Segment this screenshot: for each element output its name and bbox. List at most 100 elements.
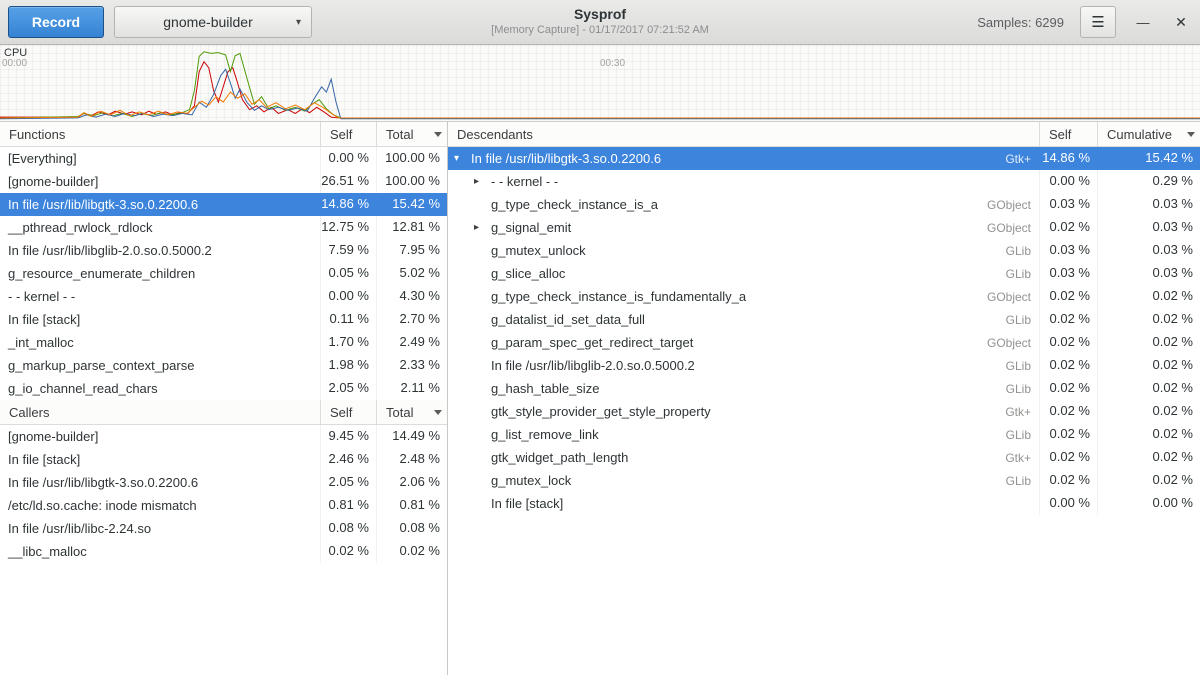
- self-percent: 0.08 %: [321, 517, 377, 540]
- self-percent: 12.75 %: [321, 216, 377, 239]
- cumulative-percent: 0.00 %: [1098, 492, 1200, 515]
- descendant-name: g_datalist_id_set_data_full: [491, 309, 645, 331]
- functions-row[interactable]: [gnome-builder]26.51 %100.00 %: [0, 170, 447, 193]
- descendants-row[interactable]: g_datalist_id_set_data_fullGLib0.02 %0.0…: [448, 308, 1200, 331]
- descendants-row[interactable]: g_mutex_unlockGLib0.03 %0.03 %: [448, 239, 1200, 262]
- descendant-name-cell: g_hash_table_sizeGLib: [448, 377, 1040, 400]
- expander-collapsed-icon[interactable]: ▸: [474, 170, 491, 193]
- total-percent: 2.06 %: [377, 471, 447, 494]
- total-percent: 0.81 %: [377, 494, 447, 517]
- function-name: __pthread_rwlock_rdlock: [0, 216, 321, 239]
- window-title-group: Sysprof [Memory Capture] - 01/17/2017 07…: [491, 6, 709, 37]
- functions-row[interactable]: In file /usr/lib/libgtk-3.so.0.2200.614.…: [0, 193, 447, 216]
- callers-self-column-header[interactable]: Self: [321, 400, 377, 424]
- self-percent: 7.59 %: [321, 239, 377, 262]
- descendants-row[interactable]: g_param_spec_get_redirect_targetGObject 0…: [448, 331, 1200, 354]
- descendants-row[interactable]: g_type_check_instance_is_fundamentally_a…: [448, 285, 1200, 308]
- descendants-row[interactable]: ▾In file /usr/lib/libgtk-3.so.0.2200.6Gt…: [448, 147, 1200, 170]
- callers-row[interactable]: [gnome-builder]9.45 %14.49 %: [0, 425, 447, 448]
- callers-row[interactable]: __libc_malloc0.02 %0.02 %: [0, 540, 447, 563]
- callers-row[interactable]: In file [stack]2.46 %2.48 %: [0, 448, 447, 471]
- self-percent: 0.02 %: [1040, 285, 1098, 308]
- functions-row[interactable]: g_markup_parse_context_parse1.98 %2.33 %: [0, 354, 447, 377]
- descendants-row[interactable]: ▸g_signal_emitGObject0.02 %0.03 %: [448, 216, 1200, 239]
- functions-total-column-header[interactable]: Total: [377, 122, 447, 146]
- descendants-row[interactable]: g_list_remove_linkGLib0.02 %0.02 %: [448, 423, 1200, 446]
- functions-row[interactable]: In file /usr/lib/libglib-2.0.so.0.5000.2…: [0, 239, 447, 262]
- descendant-name-cell: g_list_remove_linkGLib: [448, 423, 1040, 446]
- cumulative-percent: 0.02 %: [1098, 423, 1200, 446]
- cumulative-percent: 0.02 %: [1098, 331, 1200, 354]
- function-name: [Everything]: [0, 147, 321, 170]
- descendant-name-cell: g_param_spec_get_redirect_targetGObject: [448, 331, 1040, 354]
- functions-row[interactable]: _int_malloc1.70 %2.49 %: [0, 331, 447, 354]
- descendant-name-cell: ▸g_signal_emitGObject: [448, 216, 1040, 239]
- callers-row[interactable]: /etc/ld.so.cache: inode mismatch0.81 %0.…: [0, 494, 447, 517]
- functions-column-label: Functions: [9, 127, 65, 142]
- descendants-table-header: Descendants Self Cumulative: [448, 122, 1200, 147]
- callers-column-header[interactable]: Callers: [0, 400, 321, 424]
- self-percent: 0.00 %: [1040, 170, 1098, 193]
- descendants-row[interactable]: gtk_widget_path_lengthGtk+0.02 %0.02 %: [448, 446, 1200, 469]
- cumulative-percent: 15.42 %: [1098, 147, 1200, 170]
- expander-collapsed-icon[interactable]: ▸: [474, 216, 491, 239]
- descendant-name-cell: g_slice_allocGLib: [448, 262, 1040, 285]
- descendant-name: g_signal_emit: [491, 217, 571, 239]
- cumulative-percent: 0.02 %: [1098, 308, 1200, 331]
- functions-row[interactable]: - - kernel - -0.00 %4.30 %: [0, 285, 447, 308]
- callers-column-label: Callers: [9, 405, 49, 420]
- callers-row[interactable]: In file /usr/lib/libgtk-3.so.0.2200.62.0…: [0, 471, 447, 494]
- menu-button[interactable]: ☰: [1080, 6, 1116, 38]
- self-percent: 0.02 %: [1040, 446, 1098, 469]
- descendant-name: In file /usr/lib/libgtk-3.so.0.2200.6: [471, 148, 661, 170]
- window-title: Sysprof: [491, 6, 709, 23]
- descendant-name: g_hash_table_size: [491, 378, 599, 400]
- functions-column-header[interactable]: Functions: [0, 122, 321, 146]
- functions-row[interactable]: __pthread_rwlock_rdlock12.75 %12.81 %: [0, 216, 447, 239]
- descendants-row[interactable]: g_slice_allocGLib0.03 %0.03 %: [448, 262, 1200, 285]
- minimize-button[interactable]: —: [1132, 15, 1154, 30]
- descendants-column-header[interactable]: Descendants: [448, 122, 1040, 146]
- descendants-self-column-header[interactable]: Self: [1040, 122, 1098, 146]
- descendants-row[interactable]: g_hash_table_sizeGLib0.02 %0.02 %: [448, 377, 1200, 400]
- descendants-row[interactable]: gtk_style_provider_get_style_propertyGtk…: [448, 400, 1200, 423]
- total-percent: 7.95 %: [377, 239, 447, 262]
- callers-total-column-header[interactable]: Total: [377, 400, 447, 424]
- descendant-name-cell: g_mutex_lockGLib: [448, 469, 1040, 492]
- total-percent: 15.42 %: [377, 193, 447, 216]
- close-button[interactable]: ✕: [1170, 14, 1192, 31]
- descendants-row[interactable]: g_mutex_lockGLib0.02 %0.02 %: [448, 469, 1200, 492]
- header-right-group: Samples: 6299 ☰ — ✕: [977, 6, 1192, 38]
- descendants-row[interactable]: In file /usr/lib/libglib-2.0.so.0.5000.2…: [448, 354, 1200, 377]
- descendant-name-cell: ▸- - kernel - -: [448, 170, 1040, 193]
- descendants-row[interactable]: ▸- - kernel - -0.00 %0.29 %: [448, 170, 1200, 193]
- cpu-usage-chart: [0, 45, 1200, 121]
- left-pane: Functions Self Total [Everything]0.00 %1…: [0, 122, 448, 675]
- record-button[interactable]: Record: [8, 6, 104, 38]
- callers-table-header: Callers Self Total: [0, 400, 447, 425]
- functions-self-column-header[interactable]: Self: [321, 122, 377, 146]
- descendants-row[interactable]: g_type_check_instance_is_aGObject0.03 %0…: [448, 193, 1200, 216]
- callers-row[interactable]: In file /usr/lib/libc-2.24.so0.08 %0.08 …: [0, 517, 447, 540]
- expander-expanded-icon[interactable]: ▾: [454, 147, 471, 170]
- descendant-name: - - kernel - -: [491, 171, 558, 193]
- self-percent: 0.03 %: [1040, 239, 1098, 262]
- functions-row[interactable]: [Everything]0.00 %100.00 %: [0, 147, 447, 170]
- library-label: GObject: [987, 286, 1039, 308]
- total-percent: 4.30 %: [377, 285, 447, 308]
- descendants-row[interactable]: In file [stack]0.00 %0.00 %: [448, 492, 1200, 515]
- functions-row[interactable]: In file [stack]0.11 %2.70 %: [0, 308, 447, 331]
- process-selector-dropdown[interactable]: gnome-builder ▾: [114, 6, 312, 38]
- functions-row[interactable]: g_resource_enumerate_children0.05 %5.02 …: [0, 262, 447, 285]
- descendants-table: ▾In file /usr/lib/libgtk-3.so.0.2200.6Gt…: [448, 147, 1200, 515]
- descendant-name: In file /usr/lib/libglib-2.0.so.0.5000.2: [491, 355, 695, 377]
- cpu-graph[interactable]: CPU 00:00 00:30: [0, 45, 1200, 122]
- total-percent: 2.33 %: [377, 354, 447, 377]
- self-percent: 0.00 %: [321, 285, 377, 308]
- total-percent: 100.00 %: [377, 147, 447, 170]
- sysprof-window: Record gnome-builder ▾ Sysprof [Memory C…: [0, 0, 1200, 675]
- functions-row[interactable]: g_io_channel_read_chars2.05 %2.11 %: [0, 377, 447, 400]
- descendant-name-cell: g_type_check_instance_is_aGObject: [448, 193, 1040, 216]
- process-selector-value: gnome-builder: [127, 14, 289, 30]
- descendants-cumulative-column-header[interactable]: Cumulative: [1098, 122, 1200, 146]
